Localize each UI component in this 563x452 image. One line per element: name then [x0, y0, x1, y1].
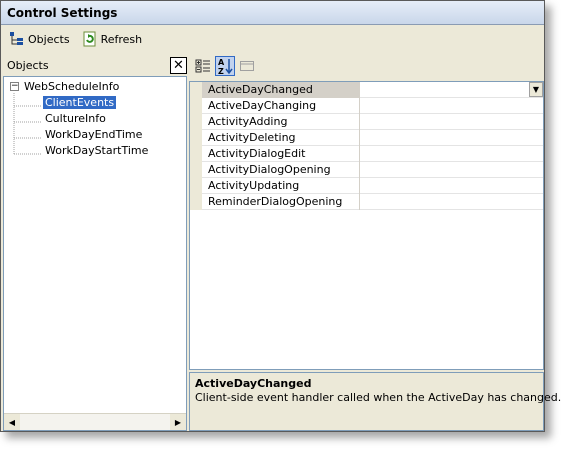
property-row[interactable]: ActivityDialogOpening: [190, 162, 543, 178]
property-value[interactable]: [361, 194, 543, 210]
property-row[interactable]: ActivityDialogEdit: [190, 146, 543, 162]
tree-node-label: ClientEvents: [43, 96, 117, 109]
property-row[interactable]: ActivityUpdating: [190, 178, 543, 194]
property-name: ActivityAdding: [202, 114, 360, 130]
tree-node-workdaystarttime[interactable]: WorkDayStartTime: [45, 144, 148, 158]
categorized-view-icon[interactable]: [193, 56, 213, 76]
objects-button-label: Objects: [28, 32, 70, 46]
property-row[interactable]: ActivityDeleting: [190, 130, 543, 146]
scroll-right-icon[interactable]: ▶: [170, 414, 186, 430]
property-value[interactable]: [361, 114, 543, 130]
tree-node-root[interactable]: WebScheduleInfo: [24, 80, 119, 94]
alphabetical-sort-icon[interactable]: A Z: [215, 56, 235, 76]
property-value[interactable]: [361, 98, 543, 114]
horizontal-scrollbar[interactable]: ◀ ▶: [4, 413, 186, 430]
property-row[interactable]: ActiveDayChanged ▼: [190, 82, 543, 98]
objects-panel-title: Objects: [7, 58, 49, 72]
toolbar: Objects Refresh: [1, 26, 544, 52]
property-name: ActivityUpdating: [202, 178, 360, 194]
objects-panel-header: Objects ✕: [3, 55, 187, 75]
property-value[interactable]: [361, 130, 543, 146]
tree-node-label: WebScheduleInfo: [24, 80, 120, 93]
objects-tree-icon: [9, 31, 25, 47]
objects-panel: Objects ✕ − WebScheduleInfo ClientEvents…: [3, 55, 187, 431]
chevron-down-icon[interactable]: ▼: [529, 82, 543, 97]
control-settings-window: Control Settings Objects Refresh Objects…: [0, 0, 562, 432]
svg-text:A: A: [218, 58, 225, 67]
property-grid: ActiveDayChanged ▼ ActiveDayChanging Act…: [189, 81, 544, 370]
property-value[interactable]: [361, 178, 543, 194]
property-value[interactable]: [361, 82, 543, 98]
property-panel: A Z ActiveDayChanged ▼ ActiveDayChanging…: [189, 55, 562, 431]
property-name: ReminderDialogOpening: [202, 194, 360, 210]
close-icon[interactable]: ✕: [170, 56, 187, 74]
property-row[interactable]: ActiveDayChanging: [190, 98, 543, 114]
property-row[interactable]: ReminderDialogOpening: [190, 194, 543, 210]
description-title: ActiveDayChanged: [195, 377, 312, 390]
tree-node-label: WorkDayEndTime: [45, 128, 143, 141]
description-pane: ActiveDayChanged Client-side event handl…: [189, 372, 562, 431]
svg-text:Z: Z: [218, 67, 224, 75]
refresh-icon: [82, 31, 98, 47]
tree-expander-icon[interactable]: −: [10, 82, 19, 91]
refresh-button[interactable]: Refresh: [80, 29, 145, 49]
scroll-left-icon[interactable]: ◀: [4, 414, 20, 430]
property-name: ActivityDeleting: [202, 130, 360, 146]
property-name: ActiveDayChanged: [202, 82, 360, 98]
window-title: Control Settings: [1, 1, 544, 25]
tree-node-clientevents[interactable]: ClientEvents: [43, 96, 117, 110]
property-value[interactable]: [361, 162, 543, 178]
refresh-button-label: Refresh: [100, 32, 143, 46]
property-row[interactable]: ActivityAdding: [190, 114, 543, 130]
tree-node-workdayendtime[interactable]: WorkDayEndTime: [45, 128, 142, 142]
description-text: Client-side event handler called when th…: [195, 391, 562, 404]
tree-node-label: WorkDayStartTime: [45, 144, 149, 157]
objects-tree: − WebScheduleInfo ClientEvents CultureIn…: [3, 76, 187, 431]
property-value[interactable]: [361, 146, 543, 162]
property-name: ActivityDialogOpening: [202, 162, 360, 178]
tree-node-label: CultureInfo: [45, 112, 106, 125]
property-name: ActiveDayChanging: [202, 98, 360, 114]
property-name: ActivityDialogEdit: [202, 146, 360, 162]
property-toolbar: A Z: [189, 55, 544, 77]
scrollbar-track[interactable]: [20, 414, 170, 430]
tree-node-cultureinfo[interactable]: CultureInfo: [45, 112, 106, 126]
property-pages-icon[interactable]: [237, 56, 257, 76]
objects-button[interactable]: Objects: [7, 29, 72, 49]
